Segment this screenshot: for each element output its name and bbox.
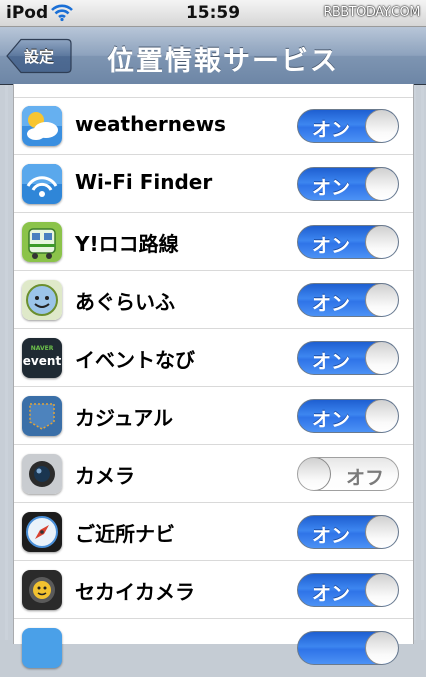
compass-icon	[22, 512, 62, 552]
toggle-knob	[365, 400, 398, 432]
list-item: NAVER event イベントなび オン	[14, 329, 413, 387]
list-item: Y!ロコ路線 オン	[14, 213, 413, 271]
toggle-knob	[365, 632, 398, 664]
location-toggle[interactable]: オン	[297, 399, 399, 433]
toggle-knob	[365, 168, 398, 200]
toggle-knob	[365, 574, 398, 606]
denim-pocket-icon	[22, 396, 62, 436]
toggle-knob	[365, 516, 398, 548]
toggle-knob	[365, 226, 398, 258]
list-item: ご近所ナビ オン	[14, 503, 413, 561]
location-toggle[interactable]: オン	[297, 109, 399, 143]
toggle-knob	[365, 110, 398, 142]
list-item: Wi-Fi Finder オン	[14, 155, 413, 213]
weathernews-icon	[22, 106, 62, 146]
list-item-partial	[14, 32, 413, 98]
toggle-knob	[365, 342, 398, 374]
app-name: カメラ	[75, 464, 135, 488]
list-item: カメラ オフ	[14, 445, 413, 503]
list-item: カジュアル オン	[14, 387, 413, 445]
app-icon-partial	[22, 628, 62, 668]
toggle-state: オン	[312, 235, 351, 257]
watermark: RBBTODAY.COM	[323, 5, 420, 20]
location-toggle[interactable]: オン	[297, 225, 399, 259]
toggle-state: オン	[312, 525, 351, 547]
location-toggle[interactable]: オフ	[297, 457, 399, 491]
list-item-partial	[14, 619, 413, 677]
face-icon	[22, 280, 62, 320]
naver-event-icon: NAVER event	[22, 338, 62, 378]
app-name: カジュアル	[75, 406, 173, 430]
toggle-state: オン	[312, 583, 351, 605]
icon-text: event	[22, 354, 62, 368]
location-toggle[interactable]: オン	[297, 283, 399, 317]
location-toggle[interactable]: オン	[297, 341, 399, 375]
sekai-camera-icon	[22, 570, 62, 610]
list-item: セカイカメラ オン	[14, 561, 413, 619]
train-icon	[22, 222, 62, 262]
toggle-state: オン	[312, 177, 351, 199]
app-name: Wi-Fi Finder	[75, 170, 213, 194]
toggle-state: オン	[312, 293, 351, 315]
location-toggle[interactable]: オン	[297, 167, 399, 201]
wifi-finder-icon	[22, 164, 62, 204]
location-services-list: weathernews オン Wi-Fi Finder オン Y!ロコ路線 オン…	[13, 84, 414, 668]
app-name: Y!ロコ路線	[75, 232, 179, 256]
toggle-state: オフ	[345, 467, 384, 489]
toggle-knob	[365, 284, 398, 316]
list-item: weathernews オン	[14, 97, 413, 155]
status-bar: iPod 15:59 RBBTODAY.COM	[0, 0, 426, 27]
location-toggle[interactable]: オン	[297, 515, 399, 549]
app-name: イベントなび	[75, 348, 195, 372]
app-name: あぐらいふ	[75, 290, 175, 314]
toggle-state: オン	[312, 119, 351, 141]
toggle-state: オン	[312, 351, 351, 373]
app-name: ご近所ナビ	[75, 522, 175, 546]
list-item: あぐらいふ オン	[14, 271, 413, 329]
location-toggle[interactable]: オン	[297, 573, 399, 607]
app-name: セカイカメラ	[75, 580, 195, 604]
toggle-state: オン	[312, 409, 351, 431]
app-name: weathernews	[75, 112, 226, 136]
toggle-knob	[298, 458, 331, 490]
camera-icon	[22, 454, 62, 494]
icon-small-text: NAVER	[30, 345, 54, 352]
location-toggle[interactable]	[297, 631, 399, 665]
